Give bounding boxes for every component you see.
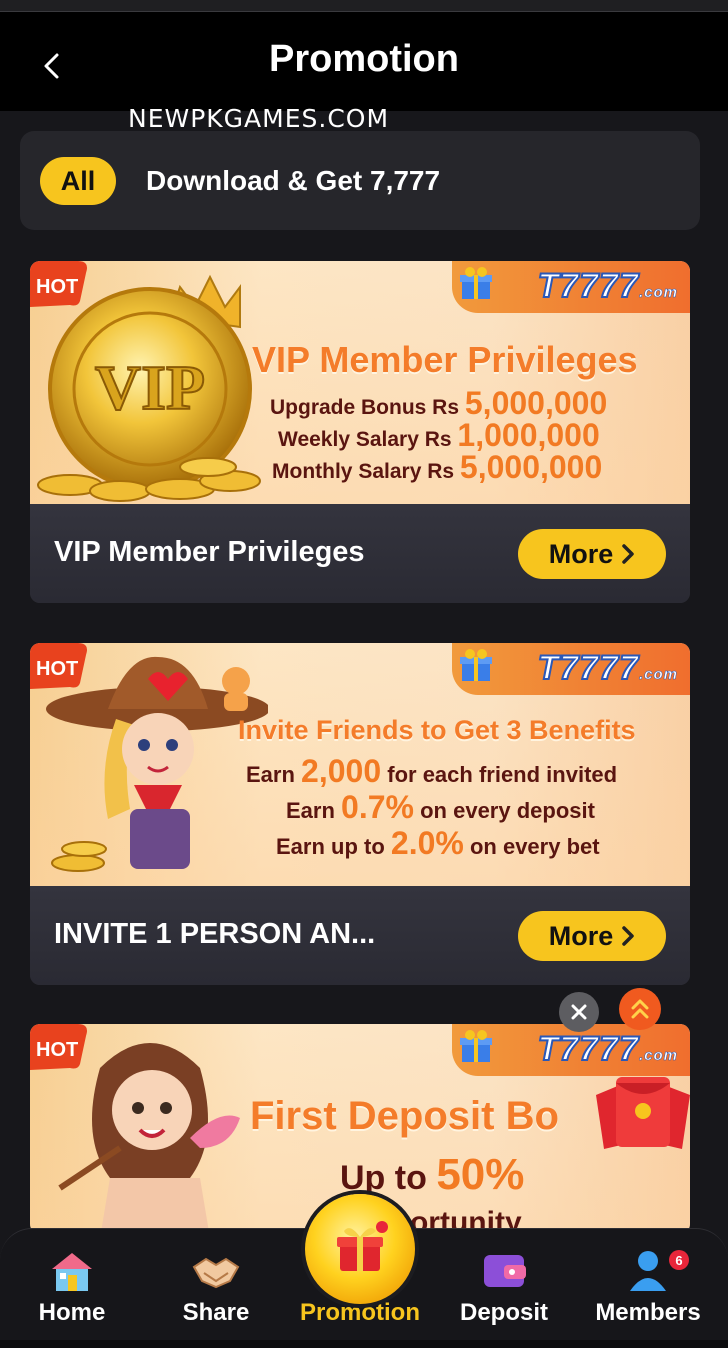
promo-card-invite[interactable]: HOT T7777.com Invite Friends to Get 3 Be… [30,643,690,985]
brand-logo: T7777.com [452,643,690,695]
scroll-top-button[interactable] [619,988,661,1030]
double-chevron-up-icon [631,999,649,1019]
red-envelope-button[interactable] [590,1065,696,1155]
nav-members[interactable]: Members [578,1229,718,1348]
user-icon [630,1251,666,1291]
brand-name: T7777 [537,648,639,688]
more-button[interactable]: More [518,529,666,579]
card-footer: VIP Member Privileges More [30,504,690,603]
handshake-icon [192,1257,240,1289]
tab-all[interactable]: All [40,157,116,205]
brand-suffix: .com [638,1047,678,1065]
brand-name: T7777 [537,266,639,306]
nav-deposit[interactable]: Deposit [434,1229,574,1348]
chevron-right-icon [622,926,634,946]
brand-logo: T7777.com [452,261,690,313]
site-watermark: NEWPKGAMES.COM [128,104,390,133]
brand-name: T7777 [537,1029,639,1069]
banner-title: First Deposit Bo [250,1094,559,1138]
more-button[interactable]: More [518,911,666,961]
nav-label: Share [182,1299,250,1326]
gift-box-icon [460,649,492,681]
cowgirl-character-icon [46,656,268,872]
home-indicator [0,1340,728,1348]
home-icon [52,1253,92,1291]
tab-download[interactable]: Download & Get 7,777 [146,165,440,197]
card-title: INVITE 1 PERSON AN... [54,918,376,950]
page-title: Promotion [269,38,459,80]
promo-tabs: All Download & Get 7,777 [20,131,700,230]
close-icon [571,1004,587,1020]
brand-suffix: .com [638,284,678,302]
red-envelope-icon [596,1077,690,1149]
brand-suffix: .com [638,666,678,684]
nav-label: Home [38,1299,106,1326]
nav-label: Members [595,1299,701,1326]
vip-badge-text: VIP [95,352,205,423]
gift-box-icon [460,1030,492,1062]
promo-banner-invite[interactable]: HOT T7777.com Invite Friends to Get 3 Be… [30,643,690,886]
wallet-icon [484,1255,526,1287]
banner-line: Earn up to 2.0% on every bet [276,825,600,861]
card-footer: INVITE 1 PERSON AN... More [30,886,690,985]
vip-coin-icon: VIP [37,274,261,502]
status-bar [0,0,728,12]
banner-line: Up to 50% [340,1150,525,1199]
banner-line: Earn 2,000 for each friend invited [246,753,618,789]
chevron-right-icon [622,544,634,564]
promo-banner-vip[interactable]: HOT T7777.com VIP VIP Member Privileges … [30,261,690,504]
girl-character-icon [58,1043,240,1234]
banner-title: VIP Member Privileges [252,339,638,380]
gift-box-icon [460,267,492,299]
nav-share[interactable]: Share [146,1229,286,1348]
banner-line: Monthly Salary Rs 5,000,000 [272,449,603,485]
gift-icon [337,1221,388,1271]
nav-label: Deposit [459,1299,548,1326]
promotion-center-button[interactable] [305,1194,415,1304]
promo-card-vip[interactable]: HOT T7777.com VIP VIP Member Privileges … [30,261,690,603]
members-count-badge: 6 [669,1250,689,1270]
header-bar: Promotion [0,12,728,111]
nav-home[interactable]: Home [2,1229,142,1348]
card-title: VIP Member Privileges [54,536,365,568]
banner-line: Earn 0.7% on every deposit [286,789,595,825]
banner-title: Invite Friends to Get 3 Benefits [238,715,636,745]
close-float-button[interactable] [559,992,599,1032]
